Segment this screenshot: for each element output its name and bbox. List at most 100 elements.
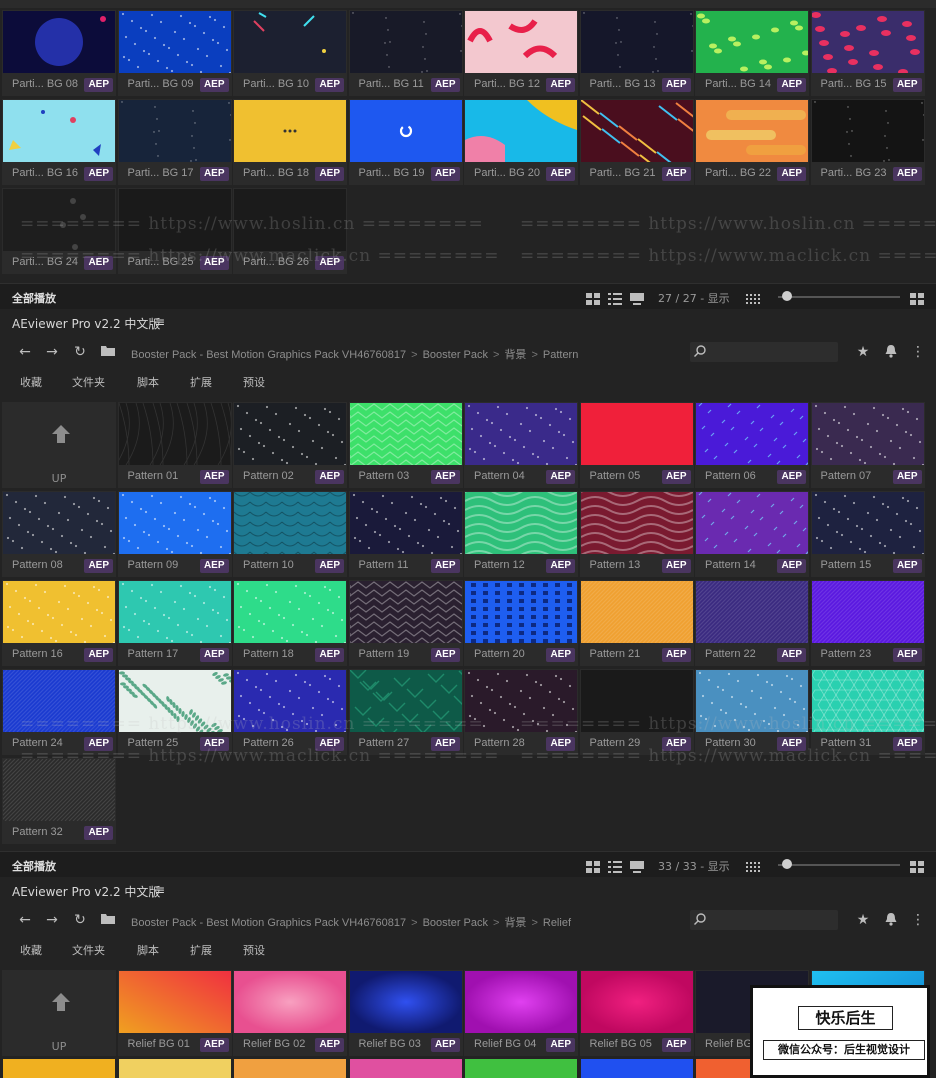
breadcrumb-item[interactable]: Booster Pack - Best Motion Graphics Pack…	[131, 349, 406, 361]
asset-tile[interactable]: Pattern 28 AEP	[464, 669, 578, 755]
folder-icon[interactable]	[100, 344, 116, 360]
asset-tile[interactable]: Pattern 16 AEP	[2, 580, 116, 666]
asset-tile[interactable]: Pattern 14 AEP	[695, 491, 809, 577]
tab-folders[interactable]: 文件夹	[72, 374, 105, 390]
slider-knob[interactable]	[782, 859, 792, 869]
asset-tile[interactable]: Pattern 22 AEP	[695, 580, 809, 666]
tab-favorites[interactable]: 收藏	[20, 942, 42, 958]
asset-tile[interactable]: Pattern 13 AEP	[579, 491, 694, 577]
bell-icon[interactable]	[883, 912, 899, 928]
asset-tile-partial[interactable]	[349, 1059, 462, 1078]
asset-tile[interactable]: Parti... BG 17 AEP	[117, 99, 232, 185]
bell-icon[interactable]	[883, 344, 899, 360]
asset-tile[interactable]: Parti... BG 16 AEP	[2, 99, 116, 185]
asset-tile[interactable]: Parti... BG 14 AEP	[695, 10, 809, 96]
asset-tile[interactable]: Pattern 19 AEP	[348, 580, 463, 666]
search-input[interactable]	[690, 342, 838, 362]
asset-tile[interactable]: Pattern 27 AEP	[348, 669, 463, 755]
tab-extensions[interactable]: 扩展	[190, 942, 212, 958]
asset-tile[interactable]: Parti... BG 26 AEP	[233, 188, 347, 274]
asset-tile[interactable]: Pattern 04 AEP	[464, 402, 578, 488]
asset-tile[interactable]: Parti... BG 10 AEP	[233, 10, 347, 96]
asset-tile[interactable]: Parti... BG 13 AEP	[579, 10, 694, 96]
asset-tile[interactable]: Pattern 26 AEP	[233, 669, 347, 755]
asset-tile[interactable]: Parti... BG 08 AEP	[2, 10, 116, 96]
asset-tile[interactable]: Pattern 09 AEP	[117, 491, 232, 577]
asset-tile[interactable]: Pattern 24 AEP	[2, 669, 116, 755]
preview-view-icon[interactable]	[630, 290, 644, 305]
asset-tile-partial[interactable]	[3, 1059, 115, 1078]
back-arrow-icon[interactable]: ←	[17, 344, 33, 360]
tab-folders[interactable]: 文件夹	[72, 942, 105, 958]
more-vertical-icon[interactable]: ⋮	[910, 912, 926, 928]
asset-tile[interactable]: Pattern 11 AEP	[348, 491, 463, 577]
star-icon[interactable]: ★	[855, 912, 871, 928]
hamburger-menu-icon[interactable]: ≡	[155, 883, 165, 897]
folder-icon[interactable]	[100, 912, 116, 928]
breadcrumb-item[interactable]: Relief	[543, 917, 571, 929]
asset-tile[interactable]: Pattern 21 AEP	[579, 580, 694, 666]
refresh-icon[interactable]: ↻	[72, 344, 88, 360]
tab-presets[interactable]: 预设	[243, 374, 265, 390]
asset-tile[interactable]: Pattern 07 AEP	[810, 402, 925, 488]
asset-tile[interactable]: Pattern 25 AEP	[117, 669, 232, 755]
breadcrumb-item[interactable]: Pattern	[543, 349, 578, 361]
asset-tile[interactable]: Parti... BG 25 AEP	[117, 188, 232, 274]
more-vertical-icon[interactable]: ⋮	[910, 344, 926, 360]
tab-presets[interactable]: 预设	[243, 942, 265, 958]
asset-tile[interactable]: Pattern 30 AEP	[695, 669, 809, 755]
asset-tile[interactable]: Parti... BG 11 AEP	[348, 10, 463, 96]
asset-tile[interactable]: Pattern 32 AEP	[2, 758, 116, 844]
star-icon[interactable]: ★	[855, 344, 871, 360]
forward-arrow-icon[interactable]: →	[44, 344, 60, 360]
asset-tile[interactable]: Parti... BG 15 AEP	[810, 10, 925, 96]
small-thumbs-icon[interactable]	[746, 290, 760, 304]
asset-tile[interactable]: Pattern 08 AEP	[2, 491, 116, 577]
asset-tile[interactable]: Relief BG 03 AEP	[348, 970, 463, 1056]
asset-tile[interactable]: Parti... BG 12 AEP	[464, 10, 578, 96]
breadcrumb-item[interactable]: Booster Pack	[423, 349, 488, 361]
asset-tile[interactable]: Pattern 02 AEP	[233, 402, 347, 488]
asset-tile-partial[interactable]	[118, 1059, 231, 1078]
breadcrumb-item[interactable]: 背景	[504, 917, 526, 929]
small-thumbs-icon[interactable]	[746, 858, 760, 872]
asset-tile[interactable]: Pattern 15 AEP	[810, 491, 925, 577]
list-view-icon[interactable]	[608, 858, 622, 873]
breadcrumb-item[interactable]: Booster Pack - Best Motion Graphics Pack…	[131, 917, 406, 929]
back-arrow-icon[interactable]: ←	[17, 912, 33, 928]
asset-tile[interactable]: Pattern 20 AEP	[464, 580, 578, 666]
thumbnail-size-slider[interactable]	[778, 296, 900, 298]
hamburger-menu-icon[interactable]: ≡	[155, 315, 165, 329]
asset-tile[interactable]: Pattern 18 AEP	[233, 580, 347, 666]
asset-tile[interactable]: Pattern 03 AEP	[348, 402, 463, 488]
forward-arrow-icon[interactable]: →	[44, 912, 60, 928]
asset-tile[interactable]: Parti... BG 22 AEP	[695, 99, 809, 185]
large-thumbs-icon[interactable]	[910, 290, 924, 305]
asset-tile[interactable]: Pattern 10 AEP	[233, 491, 347, 577]
list-view-icon[interactable]	[608, 290, 622, 305]
asset-tile[interactable]: Pattern 06 AEP	[695, 402, 809, 488]
asset-tile[interactable]: Pattern 29 AEP	[579, 669, 694, 755]
search-input[interactable]	[690, 910, 838, 930]
asset-tile[interactable]: Parti... BG 21 AEP	[579, 99, 694, 185]
asset-tile[interactable]: Relief BG 01 AEP	[117, 970, 232, 1056]
preview-view-icon[interactable]	[630, 858, 644, 873]
asset-tile-partial[interactable]	[465, 1059, 577, 1078]
thumbnail-size-slider[interactable]	[778, 864, 900, 866]
asset-tile[interactable]: Pattern 05 AEP	[579, 402, 694, 488]
breadcrumb-item[interactable]: 背景	[504, 349, 526, 361]
asset-tile[interactable]: Pattern 01 AEP	[117, 402, 232, 488]
asset-tile-partial[interactable]	[580, 1059, 693, 1078]
asset-tile[interactable]: Pattern 12 AEP	[464, 491, 578, 577]
tab-favorites[interactable]: 收藏	[20, 374, 42, 390]
breadcrumb-item[interactable]: Booster Pack	[423, 917, 488, 929]
asset-tile[interactable]: Relief BG 05 AEP	[579, 970, 694, 1056]
asset-tile[interactable]: Relief BG 02 AEP	[233, 970, 347, 1056]
asset-tile[interactable]: Parti... BG 20 AEP	[464, 99, 578, 185]
asset-tile[interactable]: Parti... BG 09 AEP	[117, 10, 232, 96]
asset-tile[interactable]: Relief BG 04 AEP	[464, 970, 578, 1056]
large-thumbs-icon[interactable]	[910, 858, 924, 873]
refresh-icon[interactable]: ↻	[72, 912, 88, 928]
asset-tile[interactable]: Parti... BG 23 AEP	[810, 99, 925, 185]
up-folder-tile[interactable]: UP	[2, 402, 116, 488]
